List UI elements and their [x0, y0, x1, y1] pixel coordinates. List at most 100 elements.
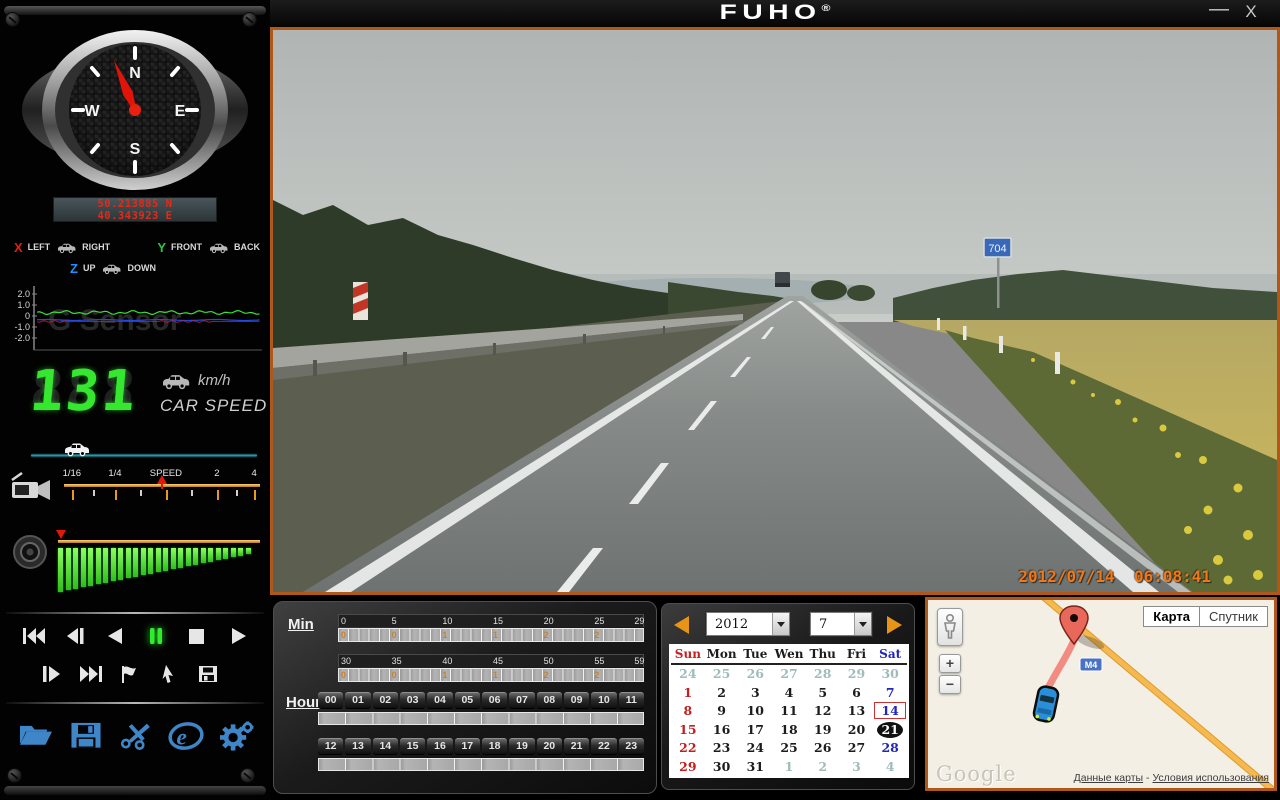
calendar-day-13[interactable]: 13: [840, 702, 874, 721]
close-button[interactable]: X: [1238, 2, 1264, 22]
year-dropdown[interactable]: 2012: [706, 612, 790, 636]
hour-button-11[interactable]: 11: [619, 692, 644, 709]
calendar-day-4[interactable]: 4: [873, 758, 907, 777]
calendar-day-17[interactable]: 17: [738, 721, 772, 740]
map-type-map-button[interactable]: Карта: [1143, 606, 1199, 627]
calendar-day-30[interactable]: 30: [705, 758, 739, 777]
hour-button-20[interactable]: 20: [537, 738, 562, 755]
hour-button-13[interactable]: 13: [345, 738, 370, 755]
hour-button-14[interactable]: 14: [373, 738, 398, 755]
calendar-day-14[interactable]: 14: [873, 702, 907, 721]
hour-button-15[interactable]: 15: [400, 738, 425, 755]
calendar-day-7[interactable]: 7: [873, 684, 907, 703]
map-zoom-in-button[interactable]: +: [939, 654, 961, 673]
pause-button[interactable]: [140, 624, 172, 650]
hour-button-16[interactable]: 16: [427, 738, 452, 755]
calendar-day-28[interactable]: 28: [873, 739, 907, 758]
calendar-day-1[interactable]: 1: [772, 758, 806, 777]
play-reverse-button[interactable]: [100, 624, 132, 650]
flag-marker-button[interactable]: [114, 662, 146, 688]
calendar-day-27[interactable]: 27: [772, 665, 806, 684]
hour-grid-12-23[interactable]: [318, 758, 644, 771]
hour-button-03[interactable]: 03: [400, 692, 425, 709]
volume-marker[interactable]: [56, 530, 66, 539]
calendar-next-month-button[interactable]: [887, 616, 902, 634]
map-canvas[interactable]: M4: [928, 600, 1274, 788]
map-zoom-out-button[interactable]: −: [939, 675, 961, 694]
calendar-day-29[interactable]: 29: [671, 758, 705, 777]
dropdown-arrow-icon[interactable]: [772, 613, 789, 635]
calendar-day-16[interactable]: 16: [705, 721, 739, 740]
web-browser-button[interactable]: e: [164, 716, 208, 756]
hour-button-04[interactable]: 04: [427, 692, 452, 709]
calendar-day-3[interactable]: 3: [840, 758, 874, 777]
calendar-day-3[interactable]: 3: [738, 684, 772, 703]
rewind-to-start-button[interactable]: [18, 624, 50, 650]
hour-button-01[interactable]: 01: [345, 692, 370, 709]
minimize-button[interactable]: —: [1206, 0, 1232, 21]
calendar-day-15[interactable]: 15: [671, 721, 705, 740]
calendar-day-20[interactable]: 20: [840, 721, 874, 740]
calendar-day-31[interactable]: 31: [738, 758, 772, 777]
calendar-day-29[interactable]: 29: [840, 665, 874, 684]
hour-button-08[interactable]: 08: [537, 692, 562, 709]
hour-button-10[interactable]: 10: [591, 692, 616, 709]
play-forward-button[interactable]: [222, 624, 254, 650]
calendar-day-28[interactable]: 28: [806, 665, 840, 684]
calendar-day-23[interactable]: 23: [705, 739, 739, 758]
calendar-day-11[interactable]: 11: [772, 702, 806, 721]
hour-button-05[interactable]: 05: [455, 692, 480, 709]
calendar-day-24[interactable]: 24: [738, 739, 772, 758]
hour-button-18[interactable]: 18: [482, 738, 507, 755]
hour-button-17[interactable]: 17: [455, 738, 480, 755]
calendar-day-22[interactable]: 22: [671, 739, 705, 758]
street-view-pegman-button[interactable]: [937, 608, 963, 646]
hour-button-09[interactable]: 09: [564, 692, 589, 709]
terms-link[interactable]: Условия использования: [1152, 772, 1269, 784]
calendar-day-27[interactable]: 27: [840, 739, 874, 758]
hour-button-19[interactable]: 19: [509, 738, 534, 755]
calendar-day-4[interactable]: 4: [772, 684, 806, 703]
volume-track[interactable]: [58, 540, 260, 543]
calendar-day-25[interactable]: 25: [705, 665, 739, 684]
hour-button-23[interactable]: 23: [619, 738, 644, 755]
hour-button-02[interactable]: 02: [373, 692, 398, 709]
calendar-day-26[interactable]: 26: [806, 739, 840, 758]
calendar-day-18[interactable]: 18: [772, 721, 806, 740]
clip-scissors-button[interactable]: [114, 716, 158, 756]
calendar-day-12[interactable]: 12: [806, 702, 840, 721]
calendar-day-10[interactable]: 10: [738, 702, 772, 721]
fast-forward-button[interactable]: [75, 662, 107, 688]
hour-button-07[interactable]: 07: [509, 692, 534, 709]
calendar-day-6[interactable]: 6: [840, 684, 874, 703]
save-file-button[interactable]: [64, 716, 108, 756]
hour-button-06[interactable]: 06: [482, 692, 507, 709]
dropdown-arrow-icon[interactable]: [854, 613, 871, 635]
calendar-day-26[interactable]: 26: [738, 665, 772, 684]
step-forward-button[interactable]: [36, 662, 68, 688]
minute-grid-0-29[interactable]: 001122: [338, 628, 644, 642]
event-marker-button[interactable]: [153, 662, 185, 688]
minute-grid-30-59[interactable]: 001122: [338, 668, 644, 682]
progress-car-thumb[interactable]: [61, 437, 91, 464]
calendar-day-24[interactable]: 24: [671, 665, 705, 684]
open-folder-button[interactable]: [14, 716, 58, 756]
calendar-day-5[interactable]: 5: [806, 684, 840, 703]
calendar-prev-month-button[interactable]: [674, 616, 689, 634]
map-data-link[interactable]: Данные карты: [1074, 772, 1143, 784]
frame-back-button[interactable]: [59, 624, 91, 650]
calendar-day-25[interactable]: 25: [772, 739, 806, 758]
hour-grid-0-11[interactable]: [318, 712, 644, 725]
playback-progress-slider[interactable]: [30, 442, 258, 468]
hour-button-00[interactable]: 00: [318, 692, 343, 709]
calendar-day-30[interactable]: 30: [873, 665, 907, 684]
stop-button[interactable]: [181, 624, 213, 650]
calendar-day-21[interactable]: 21: [873, 721, 907, 740]
settings-gear-button[interactable]: [214, 716, 258, 756]
speed-scale[interactable]: 1/161/4SPEED24: [64, 468, 260, 516]
hour-button-12[interactable]: 12: [318, 738, 343, 755]
calendar-day-19[interactable]: 19: [806, 721, 840, 740]
month-dropdown[interactable]: 7: [810, 612, 872, 636]
calendar-day-9[interactable]: 9: [705, 702, 739, 721]
calendar-day-2[interactable]: 2: [705, 684, 739, 703]
